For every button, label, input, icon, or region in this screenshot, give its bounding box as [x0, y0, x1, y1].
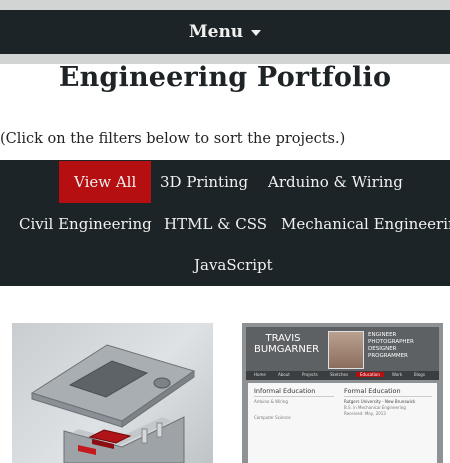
site-nav-item: Blogs: [414, 372, 425, 377]
column-heading: Informal Education: [254, 387, 334, 397]
name-line-2: BUMGARNER: [254, 344, 320, 355]
page-title: Engineering Portfolio: [58, 62, 392, 93]
filter-view-all[interactable]: View All: [59, 161, 152, 203]
informal-education-column: Informal Education Arduino & Wiring Comp…: [254, 387, 334, 421]
site-body: Informal Education Arduino & Wiring Comp…: [248, 383, 437, 463]
site-nav-item: Work: [392, 372, 403, 377]
site-nav-item: Projects: [302, 372, 318, 377]
tag: PHOTOGRAPHER: [368, 339, 414, 345]
filter-civil-engineering[interactable]: Civil Engineering: [19, 203, 152, 245]
filter-3d-printing[interactable]: 3D Printing: [160, 161, 248, 203]
filter-bar: View All 3D Printing Arduino & Wiring Ci…: [0, 160, 450, 286]
filter-html-css[interactable]: HTML & CSS: [164, 203, 267, 245]
column-heading: Formal Education: [344, 387, 432, 397]
name-line-1: TRAVIS: [265, 333, 301, 344]
site-nav-item: Sketches: [330, 372, 349, 377]
chevron-down-icon: [251, 30, 262, 36]
site-nav-item: About: [278, 372, 290, 377]
enclosure-render-image: [30, 344, 196, 463]
column-subheading: Arduino & Wiring: [254, 399, 288, 404]
filter-javascript[interactable]: JavaScript: [194, 244, 273, 286]
filter-mechanical-engineering[interactable]: Mechanical Engineering: [281, 203, 450, 245]
site-nav: Home About Projects Sketches Education W…: [246, 371, 439, 380]
site-nav-item-active: Education: [356, 372, 384, 377]
profile-photo: [328, 331, 364, 369]
tag: PROGRAMMER: [368, 353, 408, 359]
filter-arduino-wiring[interactable]: Arduino & Wiring: [268, 161, 403, 203]
project-thumbnail-resume-site[interactable]: TRAVIS BUMGARNER ENGINEER PHOTOGRAPHER D…: [242, 323, 443, 463]
site-owner-name: TRAVIS BUMGARNER: [254, 333, 320, 355]
degree-date: Received: May, 2013: [344, 411, 386, 416]
column-subheading: Computer Science: [254, 415, 291, 420]
project-gallery: TRAVIS BUMGARNER ENGINEER PHOTOGRAPHER D…: [0, 286, 450, 463]
menu-button[interactable]: Menu: [0, 10, 450, 54]
top-strip: [0, 0, 450, 10]
role-tags: ENGINEER PHOTOGRAPHER DESIGNER PROGRAMME…: [368, 332, 414, 360]
project-thumbnail-enclosure[interactable]: [12, 323, 213, 463]
site-header: TRAVIS BUMGARNER ENGINEER PHOTOGRAPHER D…: [246, 327, 439, 371]
tag: ENGINEER: [368, 332, 397, 338]
menu-label: Menu: [188, 22, 244, 42]
tag: DESIGNER: [368, 346, 397, 352]
filter-instruction: (Click on the filters below to sort the …: [0, 131, 346, 147]
site-nav-item: Home: [254, 372, 266, 377]
formal-education-column: Formal Education Rutgers University - Ne…: [344, 387, 432, 417]
